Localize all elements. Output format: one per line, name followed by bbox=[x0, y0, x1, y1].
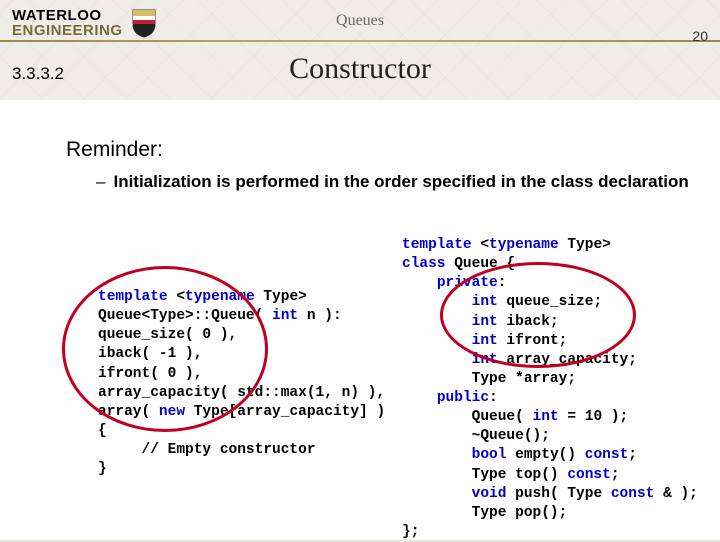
reminder-heading: Reminder: bbox=[66, 138, 163, 162]
kw: int bbox=[472, 314, 498, 330]
kw: void bbox=[472, 486, 507, 502]
kw: typename bbox=[489, 237, 559, 253]
section-number: 3.3.3.2 bbox=[12, 64, 64, 84]
kw: public bbox=[437, 390, 489, 406]
kw: const bbox=[611, 486, 655, 502]
bullet-text: Initialization is performed in the order… bbox=[113, 172, 688, 191]
divider-bar bbox=[0, 40, 720, 42]
code-block-class-decl: template <typename Type> class Queue { p… bbox=[402, 236, 698, 542]
kw: template bbox=[402, 237, 472, 253]
kw: int bbox=[472, 333, 498, 349]
page-number: 20 bbox=[692, 28, 708, 44]
shield-icon bbox=[131, 8, 157, 38]
kw: template bbox=[98, 289, 168, 305]
brand-logo: WATERLOO ENGINEERING bbox=[12, 8, 157, 38]
brand-top: WATERLOO bbox=[12, 8, 123, 23]
slide-title: Constructor bbox=[289, 52, 431, 86]
kw: typename bbox=[185, 289, 255, 305]
brand-bottom: ENGINEERING bbox=[12, 23, 123, 38]
kw: private bbox=[437, 275, 498, 291]
kw: const bbox=[567, 467, 611, 483]
kw: int bbox=[533, 409, 559, 425]
kw: int bbox=[472, 352, 498, 368]
kw: const bbox=[585, 447, 629, 463]
brand-text: WATERLOO ENGINEERING bbox=[12, 8, 123, 38]
kw: int bbox=[472, 294, 498, 310]
bullet-line: –Initialization is performed in the orde… bbox=[96, 172, 689, 192]
document-title: Queues bbox=[336, 12, 384, 30]
kw: class bbox=[402, 256, 446, 272]
kw: bool bbox=[472, 447, 507, 463]
kw: new bbox=[159, 404, 185, 420]
code-block-constructor: template <typename Type> Queue<Type>::Qu… bbox=[98, 288, 385, 479]
kw: int bbox=[272, 308, 298, 324]
bullet-dash: – bbox=[96, 172, 105, 191]
